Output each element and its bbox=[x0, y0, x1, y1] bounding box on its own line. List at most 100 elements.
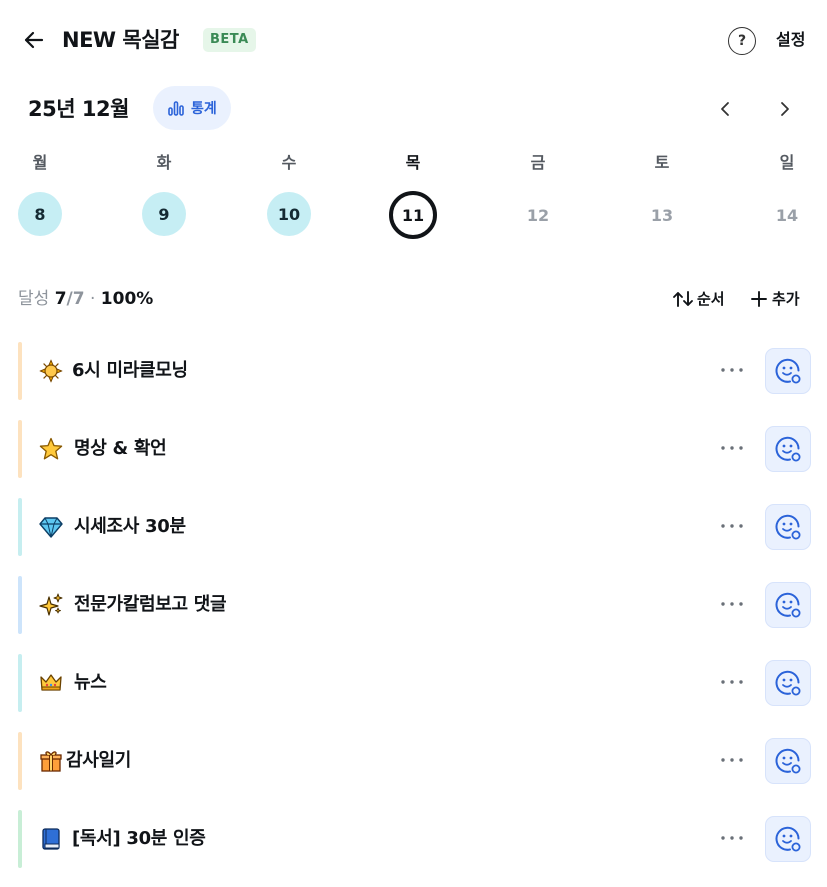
achievement-label: 달성 bbox=[18, 289, 50, 309]
done-count: 7 bbox=[54, 289, 67, 309]
task-item[interactable]: [독서] 30분 인증 bbox=[18, 810, 813, 868]
day-mon: 월 8 bbox=[10, 150, 70, 236]
gem-icon bbox=[38, 514, 64, 540]
more-options-button[interactable] bbox=[718, 356, 746, 384]
bar-chart-icon bbox=[168, 101, 184, 116]
book-icon bbox=[38, 826, 64, 852]
day-tue: 화 9 bbox=[134, 150, 194, 236]
task-color-bar bbox=[18, 498, 22, 556]
separator: · bbox=[89, 289, 96, 309]
task-name: 뉴스 bbox=[74, 672, 107, 693]
smile-add-icon bbox=[775, 514, 801, 540]
more-options-button[interactable] bbox=[718, 590, 746, 618]
task-name: 명상 & 확언 bbox=[74, 438, 167, 459]
day-sun: 일 14 bbox=[757, 150, 817, 238]
smile-add-icon bbox=[775, 826, 801, 852]
task-name: 감사일기 bbox=[66, 750, 132, 771]
more-options-button[interactable] bbox=[718, 824, 746, 852]
task-item[interactable]: 6시 미라클모닝 bbox=[18, 342, 813, 400]
date-button[interactable]: 9 bbox=[142, 192, 186, 236]
task-item[interactable]: 감사일기 bbox=[18, 732, 813, 790]
stats-label: 통계 bbox=[191, 101, 217, 117]
reaction-button[interactable] bbox=[765, 816, 811, 862]
ellipsis-icon bbox=[721, 524, 743, 528]
crown-icon bbox=[38, 670, 64, 696]
back-button[interactable] bbox=[20, 26, 48, 54]
weekday-label: 월 bbox=[32, 153, 48, 172]
sparkles-icon bbox=[38, 592, 64, 618]
smile-add-icon bbox=[775, 748, 801, 774]
smile-add-icon bbox=[775, 670, 801, 696]
sun-icon bbox=[38, 358, 64, 384]
task-color-bar bbox=[18, 420, 22, 478]
task-name: 시세조사 30분 bbox=[74, 516, 186, 537]
chevron-right-icon bbox=[781, 102, 789, 116]
task-color-bar bbox=[18, 576, 22, 634]
task-item[interactable]: 뉴스 bbox=[18, 654, 813, 712]
arrow-left-icon bbox=[24, 31, 44, 49]
summary-row: 달성 7/7 · 100% 순서 추가 bbox=[0, 284, 827, 314]
sort-arrows-icon bbox=[673, 291, 693, 307]
reaction-button[interactable] bbox=[765, 426, 811, 472]
smile-add-icon bbox=[775, 358, 801, 384]
more-options-button[interactable] bbox=[718, 746, 746, 774]
order-label: 순서 bbox=[697, 290, 725, 308]
date-button[interactable]: 10 bbox=[267, 192, 311, 236]
task-name: 전문가칼럼보고 댓글 bbox=[74, 594, 227, 615]
achievement-summary: 달성 7/7 · 100% bbox=[18, 287, 153, 311]
reaction-button[interactable] bbox=[765, 348, 811, 394]
more-options-button[interactable] bbox=[718, 512, 746, 540]
date-button[interactable]: 12 bbox=[515, 192, 561, 238]
star-icon bbox=[38, 436, 64, 462]
date-button[interactable]: 8 bbox=[18, 192, 62, 236]
add-button[interactable]: 추가 bbox=[750, 287, 800, 311]
settings-button[interactable]: 설정 bbox=[776, 28, 805, 52]
reaction-button[interactable] bbox=[765, 660, 811, 706]
weekday-label: 토 bbox=[654, 153, 670, 172]
question-circle-icon: ? bbox=[737, 33, 747, 49]
month-row: 25년 12월 통계 bbox=[0, 86, 827, 132]
ellipsis-icon bbox=[721, 368, 743, 372]
ellipsis-icon bbox=[721, 758, 743, 762]
reaction-button[interactable] bbox=[765, 504, 811, 550]
add-label: 추가 bbox=[772, 290, 800, 308]
task-color-bar bbox=[18, 654, 22, 712]
weekday-label: 수 bbox=[281, 153, 297, 172]
ellipsis-icon bbox=[721, 836, 743, 840]
day-sat: 토 13 bbox=[632, 150, 692, 238]
ellipsis-icon bbox=[721, 446, 743, 450]
date-button-today[interactable]: 11 bbox=[389, 191, 437, 239]
stats-button[interactable]: 통계 bbox=[153, 86, 231, 130]
smile-add-icon bbox=[775, 436, 801, 462]
more-options-button[interactable] bbox=[718, 668, 746, 696]
task-item[interactable]: 전문가칼럼보고 댓글 bbox=[18, 576, 813, 634]
smile-add-icon bbox=[775, 592, 801, 618]
date-button[interactable]: 13 bbox=[639, 192, 685, 238]
prev-week-button[interactable] bbox=[712, 95, 740, 123]
weekday-label: 일 bbox=[779, 153, 795, 172]
day-fri: 금 12 bbox=[508, 150, 568, 238]
more-options-button[interactable] bbox=[718, 434, 746, 462]
gift-icon bbox=[38, 748, 64, 774]
reaction-button[interactable] bbox=[765, 738, 811, 784]
task-item[interactable]: 명상 & 확언 bbox=[18, 420, 813, 478]
task-item[interactable]: 시세조사 30분 bbox=[18, 498, 813, 556]
task-name: 6시 미라클모닝 bbox=[72, 360, 188, 381]
beta-badge: BETA bbox=[203, 28, 256, 52]
top-header: NEW 목실감 BETA ? 설정 bbox=[0, 0, 827, 80]
order-button[interactable]: 순서 bbox=[672, 287, 725, 311]
ellipsis-icon bbox=[721, 602, 743, 606]
next-week-button[interactable] bbox=[770, 95, 798, 123]
help-button[interactable]: ? bbox=[728, 27, 756, 55]
percent-value: 100% bbox=[100, 289, 154, 309]
date-button[interactable]: 14 bbox=[764, 192, 810, 238]
month-label: 25년 12월 bbox=[28, 97, 129, 121]
chevron-left-icon bbox=[721, 102, 729, 116]
ellipsis-icon bbox=[721, 680, 743, 684]
task-color-bar bbox=[18, 810, 22, 868]
task-name: [독서] 30분 인증 bbox=[72, 828, 206, 849]
task-color-bar bbox=[18, 732, 22, 790]
reaction-button[interactable] bbox=[765, 582, 811, 628]
week-strip: 월 8 화 9 수 10 목 11 금 12 토 13 일 14 bbox=[0, 150, 827, 242]
task-color-bar bbox=[18, 342, 22, 400]
